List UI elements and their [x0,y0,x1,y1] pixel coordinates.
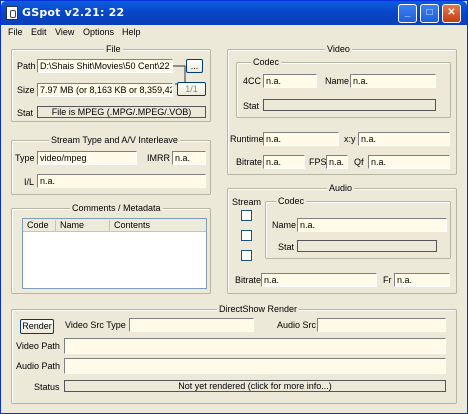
metadata-list-header: Code Name Contents [23,219,206,232]
video-src-type-field [129,318,254,332]
video-bitrate-label: Bitrate [236,157,263,167]
menu-help[interactable]: Help [122,27,141,37]
video-group: Video Codec 4CC n.a. Name n.a. Stat Runt… [227,44,457,175]
render-button[interactable]: Render [20,319,54,334]
video-codec-group: Codec 4CC n.a. Name n.a. Stat [236,57,451,118]
window-title: GSpot v2.21: 22 [22,6,125,19]
video-group-title: Video [325,44,352,54]
imrr-field: n.a. [172,151,206,165]
path-label: Path [17,61,36,71]
video-stat-bar[interactable] [263,99,436,111]
page-indicator[interactable]: 1/1 [177,82,206,96]
audio-path-label: Audio Path [16,361,61,371]
fr-field: n.a. [394,273,450,287]
menu-view[interactable]: View [55,27,74,37]
audio-stat-label: Stat [278,242,295,252]
stat-label: Stat [17,108,34,118]
directshow-group: DirectShow Render Render Video Src Type … [11,304,457,404]
comments-group-title: Comments / Metadata [70,203,163,213]
video-name-label: Name [325,76,350,86]
fourcc-label: 4CC [243,76,262,86]
audio-path-field [64,358,446,374]
path-field[interactable]: D:\Shais Shit\Movies\50 Cent\22 [37,59,173,73]
audio-codec-group: Codec Name n.a. Stat [265,196,451,259]
video-name-field: n.a. [350,74,436,88]
audio-src-field [317,318,446,332]
audio-stream-checkbox-3[interactable] [241,250,252,261]
menu-edit[interactable]: Edit [31,27,47,37]
gspot-window: GSpot v2.21: 22 _ □ ✕ File Edit View Opt… [0,0,468,414]
comments-group: Comments / Metadata Code Name Contents [11,203,211,294]
size-field: 7.97 MB (or 8,163 KB or 8,359,42 [37,83,173,97]
title-bar[interactable]: GSpot v2.21: 22 _ □ ✕ [1,1,467,25]
audio-stream-checkbox-1[interactable] [241,210,252,221]
qf-label: Qf [354,157,364,167]
file-group-title: File [104,44,123,54]
menu-file[interactable]: File [8,27,23,37]
audio-name-field: n.a. [297,218,447,232]
file-stat-bar[interactable]: File is MPEG (.MPG/.MPEG/.VOB) [37,106,206,118]
runtime-label: Runtime [230,134,264,144]
runtime-field: n.a. [263,132,339,146]
column-code[interactable]: Code [23,220,56,231]
il-label: I/L [24,177,35,187]
menu-options[interactable]: Options [83,27,114,37]
video-path-label: Video Path [16,341,60,351]
gspot-app-icon [6,6,18,20]
qf-field: n.a. [368,155,450,169]
type-label: Type [15,153,35,163]
fps-field: n.a. [326,155,348,169]
directshow-group-title: DirectShow Render [217,304,300,314]
render-status-label: Status [34,382,60,392]
column-contents[interactable]: Contents [110,220,205,231]
audio-group: Audio Stream Codec Name n.a. Stat Bitrat… [227,183,457,294]
video-path-field [64,338,446,354]
video-src-type-label: Video Src Type [65,320,126,330]
render-status-bar[interactable]: Not yet rendered (click for more info...… [64,380,446,392]
stream-group: Stream Type and A/V Interleave Type vide… [11,135,211,195]
column-name[interactable]: Name [56,220,110,231]
menu-bar: File Edit View Options Help [1,25,467,41]
audio-src-label: Audio Src [277,320,317,330]
audio-stream-label: Stream [232,197,262,207]
audio-bitrate-field: n.a. [261,273,377,287]
video-bitrate-field: n.a. [263,155,305,169]
fourcc-field: n.a. [263,74,317,88]
xy-field: n.a. [358,132,450,146]
metadata-list[interactable]: Code Name Contents [22,218,207,289]
size-label: Size [17,85,35,95]
audio-name-label: Name [272,220,297,230]
stream-group-title: Stream Type and A/V Interleave [49,135,180,145]
video-codec-title: Codec [251,57,282,67]
video-stat-label: Stat [243,101,260,111]
minimize-button[interactable]: _ [398,4,417,23]
audio-stream-checkbox-2[interactable] [241,230,252,241]
audio-codec-title: Codec [276,196,307,206]
imrr-label: IMRR [147,153,170,163]
type-field: video/mpeg [37,151,137,165]
il-field: n.a. [37,174,206,188]
audio-stat-bar[interactable] [297,240,437,252]
audio-bitrate-label: Bitrate [235,275,262,285]
fr-label: Fr [383,275,392,285]
audio-group-title: Audio [327,183,355,193]
fps-label: FPS [309,157,327,167]
maximize-button[interactable]: □ [420,4,439,23]
close-button[interactable]: ✕ [442,4,461,23]
xy-label: x:y [344,134,356,144]
file-group: File Path D:\Shais Shit\Movies\50 Cent\2… [11,44,211,122]
